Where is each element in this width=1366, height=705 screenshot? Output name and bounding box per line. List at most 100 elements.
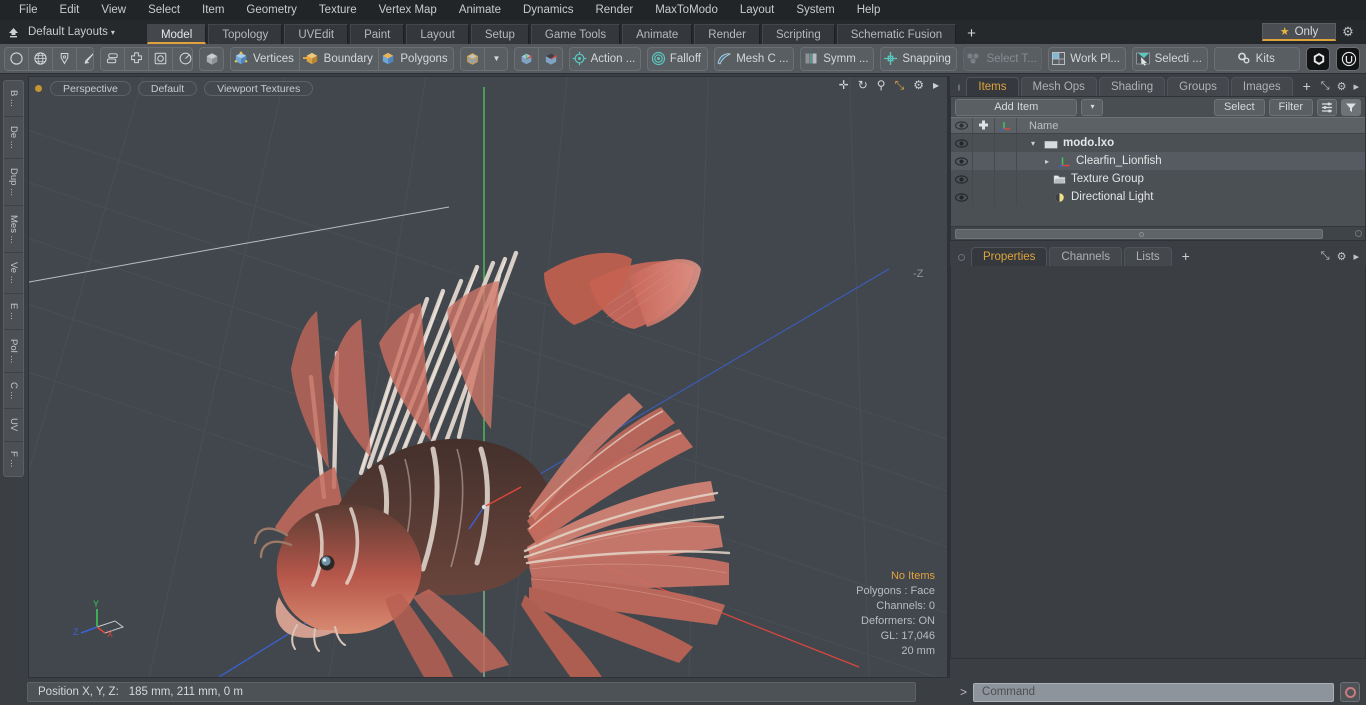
cone-arrow-icon[interactable] <box>77 48 94 70</box>
panel-arrow-icon[interactable]: ▸ <box>1353 250 1359 263</box>
square-dot-icon[interactable] <box>149 47 174 70</box>
row-lock-cell[interactable] <box>973 170 995 188</box>
row-axis-cell[interactable] <box>995 152 1017 170</box>
layout-tab-scripting[interactable]: Scripting <box>761 24 835 44</box>
symmetry-button[interactable]: Symm ... <box>801 48 873 70</box>
funnel-icon[interactable] <box>1341 98 1361 116</box>
row-lock-cell[interactable] <box>973 134 995 152</box>
panel-gear-icon[interactable]: ⚙ <box>1337 80 1347 93</box>
tab-mesh-ops[interactable]: Mesh Ops <box>1020 77 1097 96</box>
select-button[interactable]: Select <box>1213 98 1265 116</box>
menu-item-vertex-map[interactable]: Vertex Map <box>368 0 448 20</box>
row-visibility-eye-icon[interactable] <box>951 152 973 170</box>
viewport-shading-style-selector[interactable]: Default <box>137 80 198 96</box>
menu-item-file[interactable]: File <box>8 0 49 20</box>
cube-axis-red-icon[interactable] <box>515 47 539 70</box>
panel-gear-icon[interactable]: ⚙ <box>1337 250 1347 263</box>
action-center-button[interactable]: Action ... <box>570 48 641 70</box>
cube-grey-icon[interactable] <box>200 48 223 70</box>
boundary-mode-button[interactable]: Boundary <box>300 47 379 70</box>
pen-icon[interactable] <box>53 47 77 70</box>
menu-item-select[interactable]: Select <box>137 0 191 20</box>
menu-item-animate[interactable]: Animate <box>448 0 512 20</box>
tab-items[interactable]: Items <box>966 77 1019 96</box>
fit-icon[interactable]: ⤡ <box>895 79 905 91</box>
table-row[interactable]: Directional Light <box>951 188 1365 206</box>
gear-icon[interactable]: ⚙ <box>1336 24 1360 40</box>
viewport-settings-gear-icon[interactable]: ⚙ <box>913 79 924 91</box>
row-visibility-eye-icon[interactable] <box>951 170 973 188</box>
tree-item-scene[interactable]: ▾ modo.lxo <box>1017 137 1114 149</box>
kits-button[interactable]: Kits <box>1215 48 1299 70</box>
viewport-menu-arrow-icon[interactable]: ▸ <box>933 79 939 91</box>
only-toggle-button[interactable]: ★ Only <box>1262 23 1336 41</box>
row-axis-cell[interactable] <box>995 170 1017 188</box>
table-row[interactable]: ▸ Clearfin_Lionfish <box>951 152 1365 170</box>
add-properties-tab-button[interactable]: + <box>1174 247 1198 266</box>
viewport-textures-selector[interactable]: Viewport Textures <box>204 80 314 96</box>
add-item-dropdown-caret-icon[interactable]: ▾ <box>1081 98 1104 116</box>
cube-axis-dark-icon[interactable] <box>539 48 562 70</box>
stack-icon[interactable] <box>101 47 126 70</box>
filter-button[interactable]: Filter <box>1268 98 1313 116</box>
menu-item-edit[interactable]: Edit <box>49 0 91 20</box>
layout-tab-layout[interactable]: Layout <box>406 24 469 44</box>
menu-item-maxtomodo[interactable]: MaxToModo <box>644 0 729 20</box>
tab-lists[interactable]: Lists <box>1124 247 1172 266</box>
home-up-icon[interactable] <box>0 20 26 44</box>
stop-circle-icon[interactable] <box>1340 682 1360 702</box>
table-row[interactable]: Texture Group <box>951 170 1365 188</box>
row-lock-cell[interactable] <box>973 152 995 170</box>
menu-item-help[interactable]: Help <box>846 0 892 20</box>
expand-panel-icon[interactable]: ⤡ <box>1321 80 1330 93</box>
panel-arrow-icon[interactable]: ▸ <box>1353 80 1359 93</box>
work-plane-button[interactable]: Work Pl... <box>1049 48 1124 70</box>
left-tab-duplicate[interactable]: Dup ... <box>4 159 23 206</box>
left-tab-uv[interactable]: UV <box>4 409 23 442</box>
tree-item-light[interactable]: Directional Light <box>1017 191 1153 203</box>
layout-tab-topology[interactable]: Topology <box>208 24 283 44</box>
row-visibility-eye-icon[interactable] <box>951 134 973 152</box>
circle-icon[interactable] <box>5 47 29 70</box>
add-items-tab-button[interactable]: + <box>1295 77 1319 96</box>
default-layouts-dropdown[interactable]: Default Layouts ▾ <box>26 26 121 38</box>
rotate-circle-icon[interactable] <box>173 48 192 70</box>
left-tab-edge[interactable]: E ... <box>4 294 23 330</box>
menu-item-texture[interactable]: Texture <box>308 0 368 20</box>
tab-shading[interactable]: Shading <box>1098 77 1166 96</box>
mesh-constraint-button[interactable]: Mesh C ... <box>715 48 794 70</box>
select-through-button[interactable]: Select T... <box>964 48 1042 70</box>
layout-tab-schematic-fusion[interactable]: Schematic Fusion <box>836 24 957 44</box>
layout-tab-model[interactable]: Model <box>146 24 207 44</box>
tree-item-mesh[interactable]: ▸ Clearfin_Lionfish <box>1017 155 1162 167</box>
3d-viewport[interactable]: -Z Perspective Default Viewport Textures… <box>28 76 948 678</box>
menu-item-view[interactable]: View <box>90 0 137 20</box>
tab-channels[interactable]: Channels <box>1049 247 1123 266</box>
zoom-icon[interactable]: ⚲ <box>877 79 886 91</box>
layout-tab-uvedit[interactable]: UVEdit <box>284 24 349 44</box>
row-axis-cell[interactable] <box>995 134 1017 152</box>
tab-groups[interactable]: Groups <box>1167 77 1229 96</box>
snapping-button[interactable]: Snapping <box>881 48 955 70</box>
left-tab-vertex[interactable]: Ve ... <box>4 253 23 294</box>
unreal-engine-icon[interactable] <box>1336 47 1360 70</box>
left-tab-mesh[interactable]: Mes ... <box>4 206 23 254</box>
row-axis-cell[interactable] <box>995 188 1017 206</box>
add-layout-tab-button[interactable]: + <box>958 24 985 44</box>
vertices-mode-button[interactable]: Vertices <box>231 47 301 70</box>
layout-tab-render[interactable]: Render <box>694 24 760 44</box>
viewport-projection-selector[interactable]: Perspective <box>50 80 131 96</box>
row-visibility-eye-icon[interactable] <box>951 188 973 206</box>
left-tab-basic[interactable]: B ... <box>4 81 23 117</box>
rotate-icon[interactable]: ↻ <box>858 79 868 91</box>
menu-item-item[interactable]: Item <box>191 0 235 20</box>
tab-properties[interactable]: Properties <box>971 247 1048 266</box>
dropdown-caret-icon[interactable]: ▼ <box>485 48 507 70</box>
layout-tab-game-tools[interactable]: Game Tools <box>530 24 621 44</box>
twisty-open-icon[interactable]: ▾ <box>1027 139 1039 148</box>
move-cross-icon[interactable] <box>125 47 150 70</box>
menu-item-layout[interactable]: Layout <box>729 0 786 20</box>
pan-icon[interactable]: ✛ <box>839 79 849 91</box>
menu-item-system[interactable]: System <box>785 0 845 20</box>
polygons-mode-button[interactable]: Polygons <box>379 48 453 70</box>
